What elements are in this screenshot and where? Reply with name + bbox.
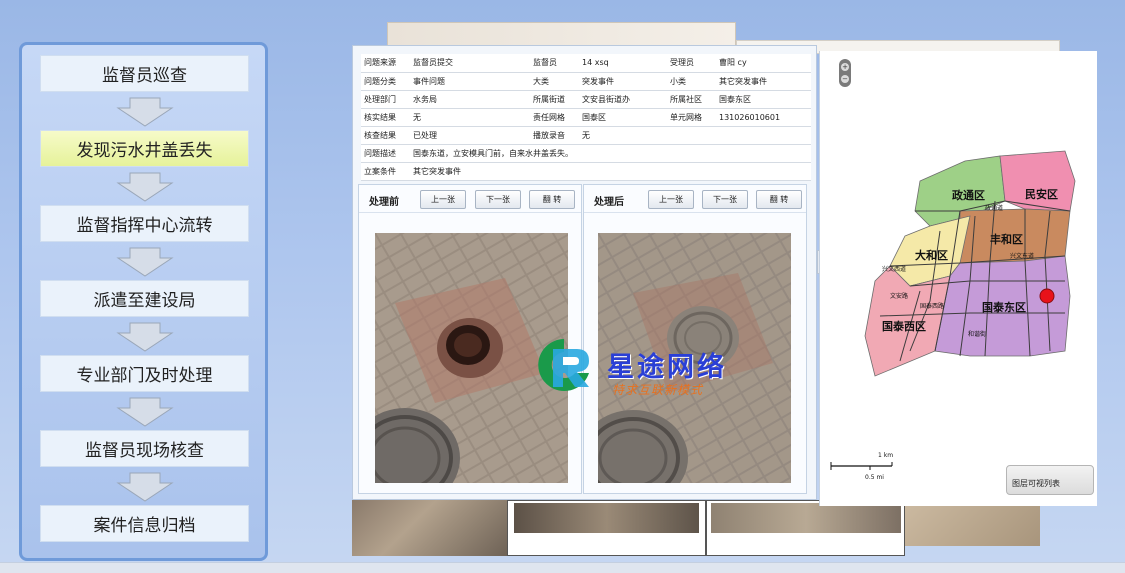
after-photo-title: 处理后 — [594, 197, 624, 208]
table-row: 问题来源 监督员提交 监督员 14 xsq 受理员 曹阳 cy — [361, 54, 811, 73]
background-photo-strip-3 — [706, 500, 905, 556]
prev-photo-button[interactable]: 上一张 — [648, 190, 694, 209]
field-label: 核实结果 — [361, 108, 410, 127]
flow-arrow-icon — [116, 247, 174, 277]
field-value: 14 xsq — [579, 54, 667, 73]
flow-step-archive: 案件信息归档 — [40, 505, 249, 542]
before-photo-header: 处理前 上一张 下一张 翻 转 — [359, 185, 581, 213]
map-label-road: 政通道 — [985, 205, 1004, 212]
field-value: 国泰区 — [579, 108, 667, 127]
scale-km-label: 1 km — [878, 452, 894, 459]
rotate-photo-button[interactable]: 翻 转 — [756, 190, 802, 209]
map-label-district: 丰和区 — [990, 233, 1023, 246]
background-photo-strip-1 — [352, 500, 507, 556]
flow-step-verify: 监督员现场核查 — [40, 430, 249, 467]
map-panel: + − 政通区 民安区 丰和区 大和区 国泰东区 国泰西区 政通道 兴文东道 兴… — [819, 51, 1097, 506]
map-label-district: 政通区 — [952, 189, 985, 202]
scale-mi-label: 0.5 mi — [865, 474, 884, 481]
filing-condition: 其它突发事件 — [410, 162, 811, 181]
field-label: 核查结果 — [361, 126, 410, 145]
flow-step-dispatch-center: 监督指挥中心流转 — [40, 205, 249, 242]
field-value: 其它突发事件 — [716, 72, 811, 91]
incident-marker[interactable] — [1039, 288, 1055, 304]
bottom-band — [0, 562, 1125, 573]
flow-step-patrol: 监督员巡查 — [40, 55, 249, 92]
map-label-road: 国泰西路 — [920, 303, 945, 310]
background-photo-strip-2 — [507, 500, 706, 556]
after-photo-panel: 处理后 上一张 下一张 翻 转 — [583, 184, 807, 494]
table-row: 问题分类 事件问题 大类 突发事件 小类 其它突发事件 — [361, 72, 811, 91]
map-label-district: 国泰东区 — [982, 301, 1026, 314]
flow-step-discover: 发现污水井盖丢失 — [40, 130, 249, 167]
district-map[interactable] — [820, 51, 1098, 451]
flow-step-assign: 派遣至建设局 — [40, 280, 249, 317]
field-value: 事件问题 — [410, 72, 530, 91]
map-scale-bar — [830, 462, 893, 470]
flow-arrow-icon — [116, 97, 174, 127]
field-value: 突发事件 — [579, 72, 667, 91]
map-label-district: 国泰西区 — [882, 320, 926, 333]
case-detail-window: 问题来源 监督员提交 监督员 14 xsq 受理员 曹阳 cy 问题分类 事件问… — [352, 45, 817, 500]
field-label: 所属社区 — [667, 90, 716, 109]
field-label: 监督员 — [530, 54, 579, 73]
field-label: 受理员 — [667, 54, 716, 73]
field-value: 监督员提交 — [410, 54, 530, 73]
field-label: 小类 — [667, 72, 716, 91]
field-value: 已处理 — [410, 126, 530, 145]
flow-arrow-icon — [116, 322, 174, 352]
table-row: 核查结果 已处理 播放录音 无 — [361, 126, 811, 145]
flow-arrow-icon — [116, 172, 174, 202]
watermark-title: 星途网络 — [607, 352, 727, 383]
table-row: 核实结果 无 责任网格 国泰区 单元网格 131026010601 — [361, 108, 811, 127]
workflow-panel: 监督员巡查 发现污水井盖丢失 监督指挥中心流转 派遣至建设局 专业部门及时处理 … — [19, 42, 268, 561]
field-value: 文安县街道办 — [579, 90, 667, 109]
table-row: 处理部门 水务局 所属街道 文安县街道办 所属社区 国泰东区 — [361, 90, 811, 109]
background-photo-strip-4 — [905, 506, 1040, 546]
field-label: 单元网格 — [667, 108, 716, 127]
map-label-road: 和谐街 — [968, 331, 987, 338]
field-value: 131026010601 — [716, 108, 811, 127]
field-label: 责任网格 — [530, 108, 579, 127]
field-label: 问题来源 — [361, 54, 410, 73]
map-label-road: 文安路 — [890, 293, 909, 300]
map-label-road: 兴文东道 — [1010, 253, 1035, 260]
next-photo-button[interactable]: 下一张 — [475, 190, 521, 209]
play-recording-value[interactable]: 无 — [579, 126, 667, 145]
flow-arrow-icon — [116, 472, 174, 502]
rotate-photo-button[interactable]: 翻 转 — [529, 190, 575, 209]
layer-visibility-button[interactable]: 图层可视列表 — [1006, 465, 1094, 495]
before-photo-title: 处理前 — [369, 197, 399, 208]
field-value: 国泰东区 — [716, 90, 811, 109]
field-label: 播放录音 — [530, 126, 579, 145]
field-label: 问题分类 — [361, 72, 410, 91]
field-label: 大类 — [530, 72, 579, 91]
map-label-road: 兴文西道 — [882, 266, 907, 273]
watermark-subtitle: 特求互联新模式 — [612, 383, 704, 397]
table-row: 问题描述 国泰东道，立安模具门前，自来水井盖丢失。 — [361, 144, 811, 163]
prev-photo-button[interactable]: 上一张 — [420, 190, 466, 209]
flow-arrow-icon — [116, 397, 174, 427]
flow-step-handle: 专业部门及时处理 — [40, 355, 249, 392]
next-photo-button[interactable]: 下一张 — [702, 190, 748, 209]
field-label: 处理部门 — [361, 90, 410, 109]
problem-description: 国泰东道，立安模具门前，自来水井盖丢失。 — [410, 144, 811, 163]
field-value: 曹阳 cy — [716, 54, 811, 73]
field-label: 问题描述 — [361, 144, 410, 163]
field-value: 无 — [410, 108, 530, 127]
case-info-table: 问题来源 监督员提交 监督员 14 xsq 受理员 曹阳 cy 问题分类 事件问… — [361, 54, 811, 181]
after-photo-header: 处理后 上一张 下一张 翻 转 — [584, 185, 806, 213]
table-row: 立案条件 其它突发事件 — [361, 162, 811, 181]
map-label-district: 大和区 — [915, 249, 948, 262]
field-label: 所属街道 — [530, 90, 579, 109]
field-value: 水务局 — [410, 90, 530, 109]
map-label-district: 民安区 — [1025, 188, 1058, 201]
watermark-logo-icon — [538, 339, 589, 391]
field-label: 立案条件 — [361, 162, 410, 181]
